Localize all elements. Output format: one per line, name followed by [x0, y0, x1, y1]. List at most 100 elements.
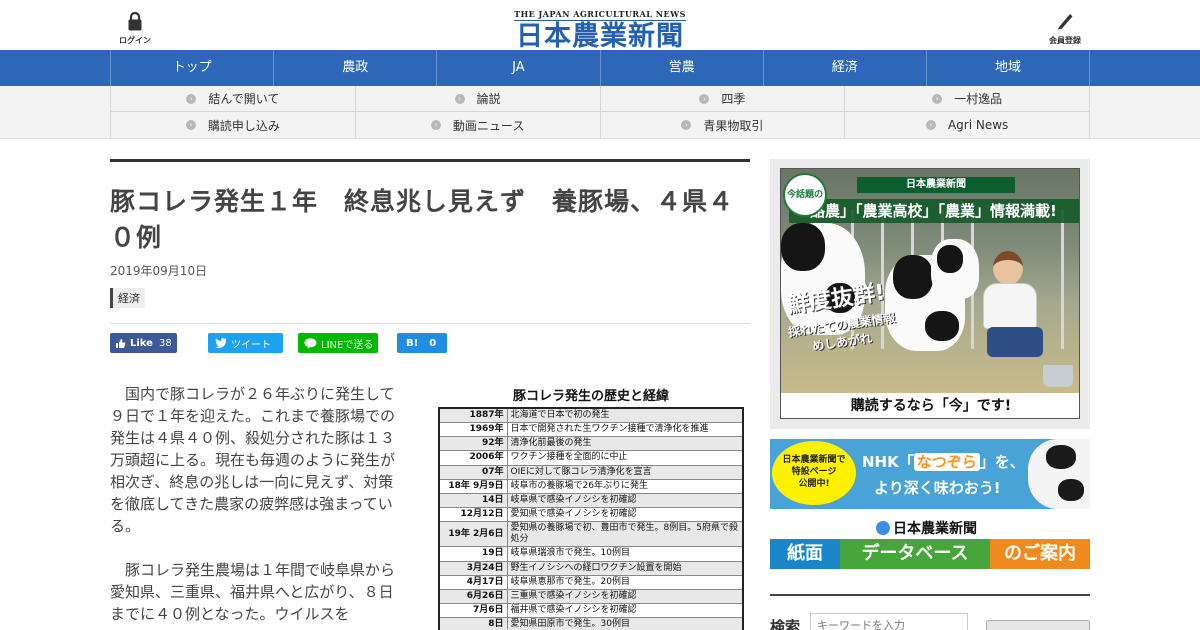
subnav-label: 購読申し込み: [207, 118, 280, 133]
ad-logo: 日本農業新聞: [876, 518, 977, 538]
headline-highlight: なつぞら: [913, 453, 980, 471]
member-label: 会員登録: [1049, 36, 1081, 45]
timeline-event: 岐阜県で感染イノシシを初確認: [507, 493, 743, 509]
ad-tagline: 「酪農」「農業高校」「農業」情報満載!: [789, 199, 1079, 223]
timeline-event: 清浄化前最後の発生: [507, 436, 743, 452]
site-logo[interactable]: THE JAPAN AGRICULTURAL NEWS 日本農業新聞: [500, 2, 700, 53]
ad-newspaper-title: 日本農業新聞: [857, 177, 1015, 193]
circle-chevron-icon: ›: [454, 93, 465, 104]
nav-item-ja[interactable]: JA: [437, 50, 601, 86]
line-share-label: LINEで送る: [321, 339, 374, 351]
headline-post: 」を、: [979, 453, 1025, 471]
timeline-event: 岐阜県瑞浪市で発生。10例目: [507, 546, 743, 562]
timeline-row: 92年 清浄化前最後の発生: [439, 436, 743, 452]
subnav-label: 四季: [721, 92, 746, 106]
timeline-date: 12月12日: [439, 507, 508, 523]
hatena-b-icon: B!: [406, 337, 419, 349]
facebook-like-count: 38: [158, 337, 172, 349]
natsuzora-special-ad[interactable]: 日本農業新聞で 特設ページ 公開中! NHK「 なつぞら 」を、 より深く味わおう!: [770, 439, 1090, 509]
article-paragraph: 国内で豚コレラが２６年ぶりに発生して９日で１年を迎えた。これまで養豚場での発生は…: [110, 385, 396, 535]
member-register-button[interactable]: 会員登録: [1040, 10, 1090, 46]
newspaper-logo-icon: [876, 521, 890, 535]
circle-chevron-icon: ›: [430, 120, 441, 130]
subnav-item[interactable]: › 四季: [600, 86, 846, 112]
article-date: 2019年09月10日: [110, 264, 208, 278]
timeline-date: 19日: [439, 546, 508, 562]
article-title: 豚コレラ発生１年 終息兆し見えず 養豚場、４県４０例: [110, 187, 735, 252]
ad-call-to-action: 購読するなら「今」です!: [781, 393, 1079, 418]
circle-chevron-icon: ›: [932, 93, 943, 104]
tweet-button[interactable]: ツイート: [208, 333, 283, 353]
subscription-ad[interactable]: 日本農業新聞 「酪農」「農業高校」「農業」情報満載! 今話題の 鮮度抜群! 採れ…: [770, 159, 1090, 429]
search-button[interactable]: [986, 620, 1090, 630]
category-tag[interactable]: 経済: [110, 288, 145, 308]
timeline-date: 1887年: [439, 408, 508, 423]
timeline-event: 愛知県田原市で発生。30例目: [507, 617, 743, 630]
timeline-date: 92年: [439, 436, 508, 452]
timeline-figure: 豚コレラ発生の歴史と経緯 1887年 北海道で日本で初の発生 1969年 日本で開発さ…: [436, 385, 746, 630]
guide-part-paper: 紙面: [770, 539, 840, 569]
timeline-row: 7月6日 福井県で感染イノシシを初確認: [439, 603, 743, 619]
database-guide-ad[interactable]: 日本農業新聞 紙面 データベース のご案内: [770, 517, 1090, 571]
badge-line: 特設ページ: [791, 467, 837, 477]
subnav-item[interactable]: › 結んで開いて: [111, 86, 356, 112]
timeline-row: 07年 OIEに対して豚コレラ清浄化を宣言: [439, 465, 743, 480]
circle-chevron-icon: ›: [699, 93, 710, 104]
timeline-row: 12月12日 愛知県で感染イノシシを初確認: [439, 507, 743, 523]
timeline-row: 19年 2月6日 愛知県の養豚場で初、豊田市で発生。8例目。5府県で殺処分: [439, 521, 743, 548]
line-share-button[interactable]: LINEで送る: [298, 333, 378, 353]
timeline-date: 18年 9月9日: [439, 479, 508, 494]
subscription-ad-banner: 日本農業新聞 「酪農」「農業高校」「農業」情報満載! 今話題の 鮮度抜群! 採れ…: [780, 168, 1080, 419]
natsuzora-subheadline: より深く味わおう!: [874, 479, 1001, 497]
facebook-like-button[interactable]: Like 38: [110, 333, 177, 353]
stall-bar: [1061, 209, 1064, 349]
twitter-bird-icon: [215, 338, 227, 348]
database-guide-bar: 紙面 データベース のご案内: [770, 539, 1090, 569]
hatena-bookmark-count: 0: [429, 337, 437, 349]
logo-english: THE JAPAN AGRICULTURAL NEWS: [514, 9, 686, 21]
subnav-item[interactable]: › 一村逸品: [845, 86, 1090, 112]
article-body: 国内で豚コレラが２６年ぶりに発生して９日で１年を迎えた。これまで養豚場での発生は…: [110, 383, 402, 630]
article-divider: [110, 323, 750, 324]
login-button[interactable]: ログイン: [110, 10, 160, 46]
badge-line: 公開中!: [798, 479, 830, 489]
subnav-item[interactable]: › 青果物取引: [601, 112, 846, 138]
search-input[interactable]: [810, 613, 968, 630]
special-page-badge: 日本農業新聞で 特設ページ 公開中!: [772, 441, 856, 505]
pen-icon: [1058, 14, 1073, 30]
farmer-figure: [977, 251, 1051, 381]
main-nav: トップ 農政 JA 営農 経済 地域: [0, 50, 1200, 86]
nav-item-keizai[interactable]: 経済: [764, 50, 927, 86]
nav-item-chiiki[interactable]: 地域: [927, 50, 1091, 86]
cow-figure: [931, 239, 979, 299]
article: 豚コレラ発生１年 終息兆し見えず 養豚場、４県４０例 2019年09月10日 経…: [110, 159, 750, 630]
circle-chevron-icon: ›: [185, 120, 196, 130]
timeline-date: 19年 2月6日: [439, 521, 508, 548]
timeline-event: 北海道で日本で初の発生: [507, 408, 743, 423]
circle-chevron-icon: ›: [186, 93, 197, 104]
timeline-date: 1969年: [439, 422, 508, 438]
subnav-item[interactable]: › 購読申し込み: [111, 112, 356, 138]
subnav-label: 結んで開いて: [208, 92, 280, 106]
subnav-item[interactable]: › Agri News: [845, 112, 1090, 138]
timeline-event: 愛知県で感染イノシシを初確認: [507, 507, 743, 523]
subnav-item[interactable]: › 動画ニュース: [356, 112, 601, 138]
timeline-date: 07年: [439, 465, 508, 480]
logo-japanese: 日本農業新聞: [516, 21, 684, 52]
timeline-date: 7月6日: [439, 603, 508, 619]
badge-line: 日本農業新聞で: [782, 455, 846, 465]
thumbs-up-icon: [116, 338, 126, 348]
nav-item-einou[interactable]: 営農: [601, 50, 764, 86]
sub-nav: › 結んで開いて › 論説 › 四季 › 一村逸品 › 購読申し込み › 動画ニュース › 青…: [0, 86, 1200, 139]
subnav-item[interactable]: › 論説: [355, 86, 601, 112]
hatena-bookmark-button[interactable]: B! 0: [397, 333, 447, 353]
nav-item-top[interactable]: トップ: [111, 50, 275, 86]
timeline-event: 日本で開発された生ワクチン接種で清浄化を推進: [507, 422, 743, 438]
circle-chevron-icon: ›: [925, 120, 936, 130]
cow-figure: [1028, 439, 1090, 509]
timeline-event: 愛知県の養豚場で初、豊田市で発生。8例目。5府県で殺処分: [507, 521, 743, 548]
search-label: 検索: [770, 618, 801, 630]
timeline-event: 岐阜県恵那市で発生。20例目: [507, 575, 743, 590]
timeline-event: 福井県で感染イノシシを初確認: [507, 603, 743, 619]
nav-item-nousei[interactable]: 農政: [274, 50, 438, 86]
